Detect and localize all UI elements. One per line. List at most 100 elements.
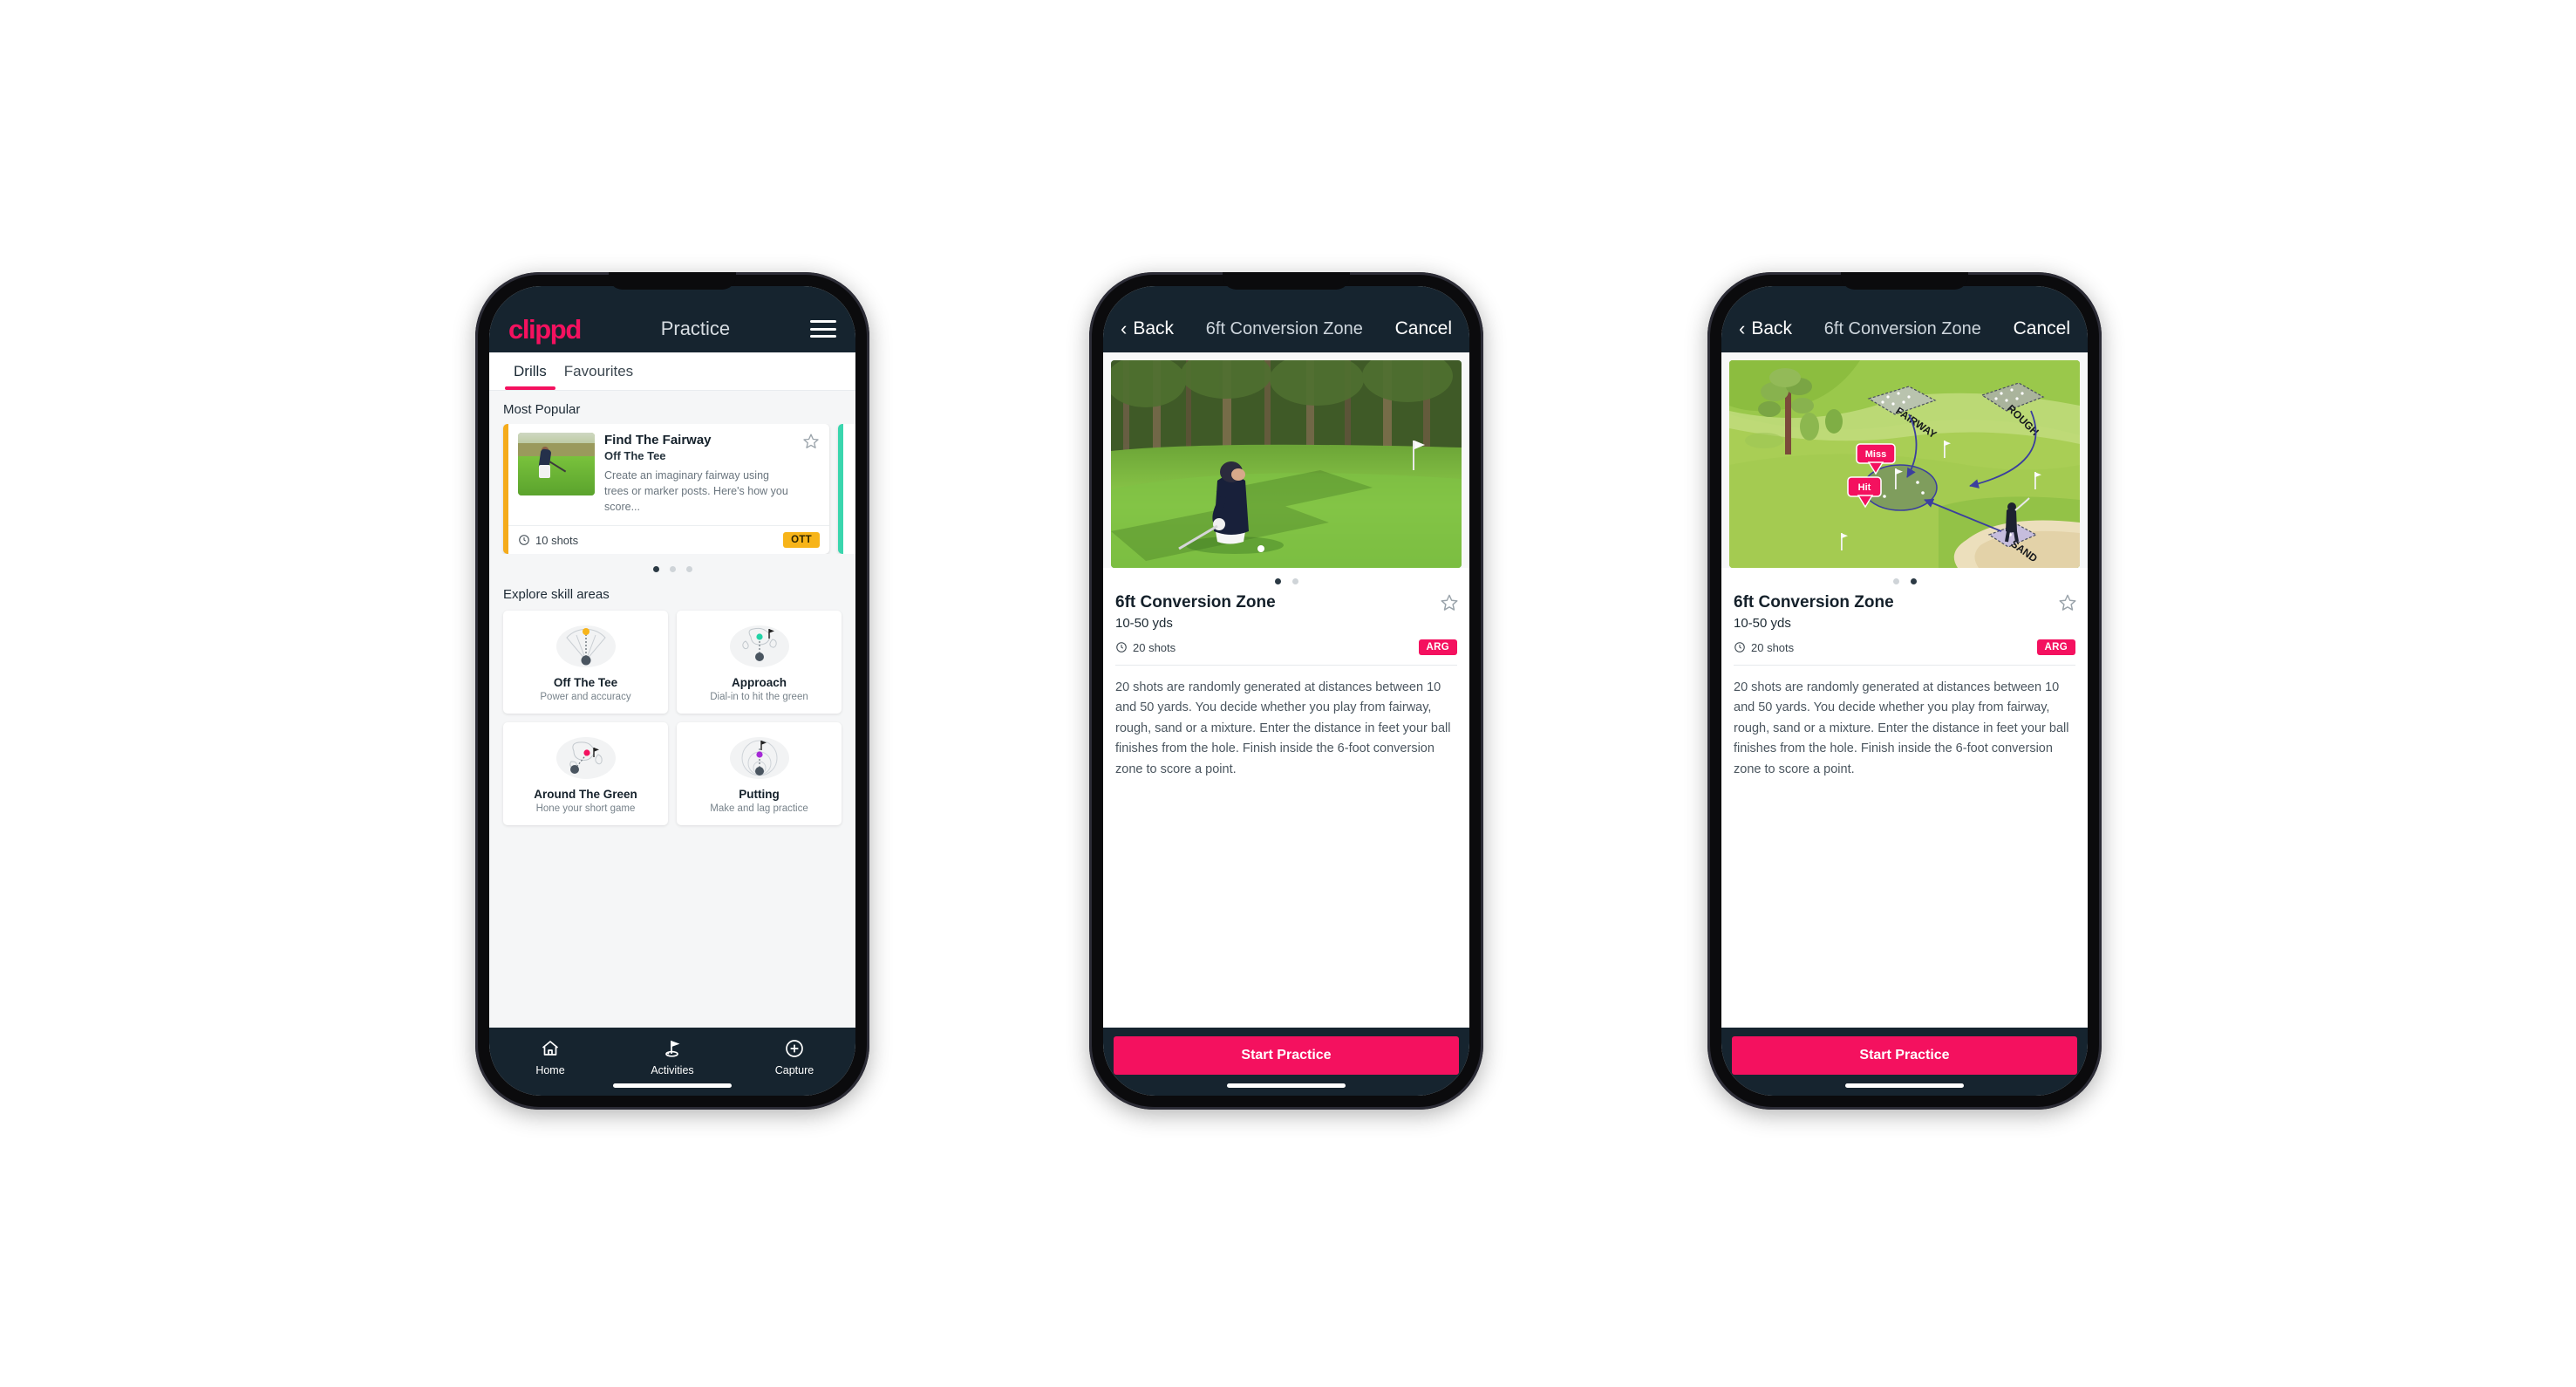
phone-notch <box>1223 272 1350 290</box>
hero-course-diagram[interactable]: FAIRWAY ROUGH SAND Miss Hit <box>1729 360 2080 568</box>
detail-title: 6ft Conversion Zone <box>1115 593 1276 612</box>
skill-desc: Power and accuracy <box>540 692 631 703</box>
practice-content: Most Popular Find The Fairway Off The Te… <box>489 391 855 1028</box>
skill-card-approach[interactable]: Approach Dial-in to hit the green <box>677 611 842 714</box>
skill-badge-arg: ARG <box>2036 639 2075 655</box>
modal-title: 6ft Conversion Zone <box>1205 318 1363 338</box>
hero-dot-1[interactable] <box>1274 578 1281 584</box>
skill-name: Approach <box>731 676 787 690</box>
cancel-button[interactable]: Cancel <box>2014 318 2070 339</box>
screenshot-canvas: clippd Practice Drills Favourites Most P… <box>0 0 2576 1387</box>
skill-badge-ott: OTT <box>783 532 820 549</box>
clock-icon <box>1734 641 1746 653</box>
start-practice-button[interactable]: Start Practice <box>1732 1036 2077 1075</box>
shots-info: 20 shots <box>1734 641 1794 654</box>
drill-title: Find The Fairway <box>604 433 712 448</box>
star-outline-icon[interactable] <box>802 433 820 450</box>
detail-description: 20 shots are randomly generated at dista… <box>1721 666 2088 1028</box>
carousel-dot-3[interactable] <box>685 566 692 573</box>
phone-drill-detail-diagram: ‹ Back 6ft Conversion Zone Cancel FAIRWA… <box>1707 272 2102 1110</box>
skill-card-off-the-tee[interactable]: Off The Tee Power and accuracy <box>503 611 668 714</box>
cancel-button[interactable]: Cancel <box>1395 318 1452 339</box>
start-practice-button[interactable]: Start Practice <box>1114 1036 1459 1075</box>
hero-dots <box>1721 568 2088 591</box>
skill-desc: Make and lag practice <box>710 803 808 815</box>
skill-name: Off The Tee <box>553 676 618 690</box>
detail-description: 20 shots are randomly generated at dista… <box>1103 666 1469 1028</box>
home-indicator <box>613 1083 732 1088</box>
carousel-dot-2[interactable] <box>669 566 676 573</box>
clippd-logo[interactable]: clippd <box>508 316 582 343</box>
clock-icon <box>518 534 530 546</box>
clock-icon <box>1115 641 1128 653</box>
detail-content: FAIRWAY ROUGH SAND Miss Hit 6ft Conversi… <box>1721 352 2088 1028</box>
drill-card[interactable]: Find The Fairway Off The Tee Create an i… <box>503 424 829 555</box>
app-header: clippd Practice <box>489 286 855 352</box>
carousel-dots <box>489 554 855 576</box>
drill-thumbnail <box>518 433 595 495</box>
hero-dot-2[interactable] <box>1910 578 1917 584</box>
most-popular-heading: Most Popular <box>503 402 581 417</box>
skill-name: Putting <box>739 788 780 802</box>
tabbar-label: Activities <box>651 1064 694 1076</box>
back-button[interactable]: ‹ Back <box>1121 318 1174 339</box>
shots-info: 10 shots <box>518 534 578 547</box>
back-button[interactable]: ‹ Back <box>1739 318 1792 339</box>
tabbar-item-home[interactable]: Home <box>490 1037 611 1076</box>
star-outline-icon[interactable] <box>2058 593 2076 611</box>
tab-drills[interactable]: Drills <box>505 352 555 390</box>
skill-card-putting[interactable]: Putting Make and lag practice <box>677 722 842 826</box>
carousel-dot-1[interactable] <box>652 566 659 573</box>
drill-carousel[interactable]: Find The Fairway Off The Tee Create an i… <box>489 424 855 555</box>
shots-count: 10 shots <box>535 533 579 547</box>
tee-fan-icon <box>508 621 663 670</box>
page-title: Practice <box>660 318 731 339</box>
detail-header: 6ft Conversion Zone 10-50 yds 20 shots A… <box>1721 591 2088 666</box>
screen-practice-list: clippd Practice Drills Favourites Most P… <box>489 286 855 1096</box>
phone-drill-detail-video: ‹ Back 6ft Conversion Zone Cancel 6ft Co… <box>1089 272 1483 1110</box>
tab-bar: Drills Favourites <box>489 352 855 391</box>
cta-footer: Start Practice <box>1103 1028 1469 1096</box>
hero-video-photo[interactable] <box>1111 360 1462 568</box>
home-icon <box>490 1037 611 1060</box>
detail-header: 6ft Conversion Zone 10-50 yds 20 shots A… <box>1103 591 1469 666</box>
hero-dots <box>1103 568 1469 591</box>
green-approach-icon <box>682 621 836 670</box>
modal-header: ‹ Back 6ft Conversion Zone Cancel <box>1103 286 1469 352</box>
tabbar-item-activities[interactable]: Activities <box>612 1037 733 1076</box>
drill-description: Create an imaginary fairway using trees … <box>604 469 788 514</box>
bottom-tab-bar: Home Activities Capture <box>489 1028 855 1096</box>
explore-skill-areas-heading: Explore skill areas <box>503 587 610 603</box>
skill-card-around-the-green[interactable]: Around The Green Hone your short game <box>503 722 668 826</box>
detail-subtitle: 10-50 yds <box>1115 616 1173 631</box>
tabbar-item-capture[interactable]: Capture <box>734 1037 855 1076</box>
chip-green-icon <box>508 733 663 782</box>
modal-title: 6ft Conversion Zone <box>1823 318 1981 338</box>
star-outline-icon[interactable] <box>1440 593 1458 611</box>
phone-practice-list: clippd Practice Drills Favourites Most P… <box>475 272 869 1110</box>
back-label: Back <box>1133 318 1175 338</box>
hero-dot-1[interactable] <box>1892 578 1899 584</box>
detail-content: 6ft Conversion Zone 10-50 yds 20 shots A… <box>1103 352 1469 1028</box>
detail-subtitle: 10-50 yds <box>1734 616 1791 631</box>
golf-flag-icon <box>612 1037 733 1060</box>
chevron-left-icon: ‹ <box>1739 318 1746 339</box>
chevron-left-icon: ‹ <box>1121 318 1128 339</box>
shots-info: 20 shots <box>1115 641 1176 654</box>
drill-card-next-preview[interactable] <box>838 424 855 555</box>
screen-drill-detail-video: ‹ Back 6ft Conversion Zone Cancel 6ft Co… <box>1103 286 1469 1096</box>
skill-name: Around The Green <box>534 788 637 802</box>
shots-count: 20 shots <box>1133 640 1176 654</box>
hamburger-icon[interactable] <box>810 320 836 338</box>
putting-rings-icon <box>682 733 836 782</box>
home-indicator <box>1845 1083 1964 1088</box>
modal-header: ‹ Back 6ft Conversion Zone Cancel <box>1721 286 2088 352</box>
svg-text:Hit: Hit <box>1858 482 1871 493</box>
phone-notch <box>1841 272 1968 290</box>
screen-drill-detail-diagram: ‹ Back 6ft Conversion Zone Cancel FAIRWA… <box>1721 286 2088 1096</box>
tab-favourites[interactable]: Favourites <box>555 352 642 390</box>
cta-footer: Start Practice <box>1721 1028 2088 1096</box>
home-indicator <box>1227 1083 1346 1088</box>
shots-count: 20 shots <box>1751 640 1795 654</box>
hero-dot-2[interactable] <box>1291 578 1298 584</box>
